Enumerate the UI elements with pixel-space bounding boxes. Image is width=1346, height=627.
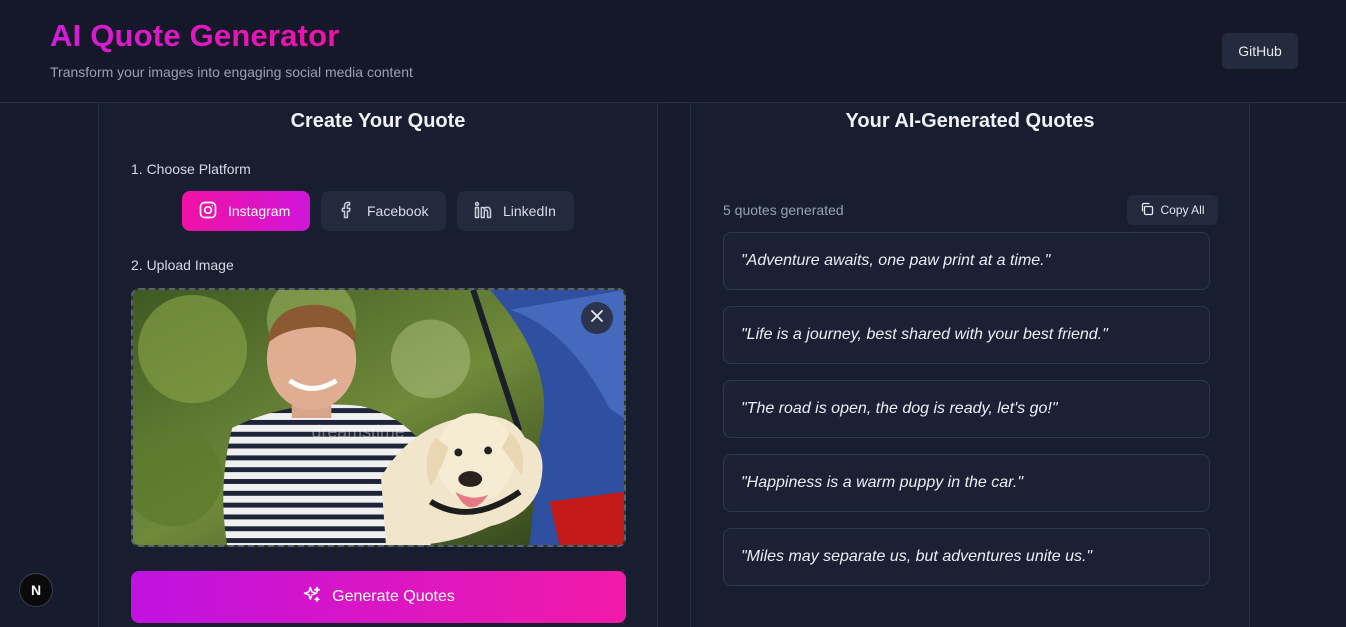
uploaded-image-preview[interactable]: dreamstime — [131, 288, 626, 547]
generated-quotes-title: Your AI-Generated Quotes — [845, 110, 1095, 132]
close-icon — [590, 309, 604, 328]
image-watermark: dreamstime — [312, 422, 405, 442]
quote-card[interactable]: "Happiness is a warm puppy in the car." — [723, 454, 1210, 512]
quote-card[interactable]: "Life is a journey, best shared with you… — [723, 306, 1210, 364]
copy-all-label: Copy All — [1160, 203, 1205, 217]
app-header: AI Quote Generator Transform your images… — [0, 0, 1346, 103]
create-quote-panel: Create Your Quote 1. Choose Platform Ins… — [98, 103, 658, 627]
platform-facebook-button[interactable]: Facebook — [321, 191, 446, 231]
platform-label: Facebook — [367, 203, 429, 219]
quotes-count: 5 quotes generated — [723, 202, 844, 218]
platform-instagram-button[interactable]: Instagram — [182, 191, 310, 231]
remove-image-button[interactable] — [581, 302, 613, 334]
nextjs-badge[interactable]: N — [19, 573, 53, 607]
platform-label: LinkedIn — [503, 203, 556, 219]
man-and-dog-photo: dreamstime — [133, 290, 624, 545]
app-subtitle: Transform your images into engaging soci… — [50, 64, 413, 80]
copy-all-button[interactable]: Copy All — [1127, 195, 1218, 225]
facebook-icon — [337, 200, 357, 223]
quote-card[interactable]: "Adventure awaits, one paw print at a ti… — [723, 232, 1210, 290]
instagram-icon — [198, 200, 218, 223]
app-title: AI Quote Generator — [50, 18, 340, 53]
quote-card[interactable]: "Miles may separate us, but adventures u… — [723, 528, 1210, 586]
generated-quotes-panel: Your AI-Generated Quotes 5 quotes genera… — [690, 103, 1250, 627]
upload-image-label: 2. Upload Image — [131, 257, 234, 273]
github-button[interactable]: GitHub — [1222, 33, 1298, 69]
platform-linkedin-button[interactable]: LinkedIn — [457, 191, 574, 231]
linkedin-icon — [473, 200, 493, 223]
create-quote-title: Create Your Quote — [290, 110, 466, 132]
sparkles-icon — [302, 585, 322, 610]
copy-icon — [1140, 202, 1154, 219]
quote-card[interactable]: "The road is open, the dog is ready, let… — [723, 380, 1210, 438]
generate-quotes-button[interactable]: Generate Quotes — [131, 571, 626, 623]
choose-platform-label: 1. Choose Platform — [131, 161, 251, 177]
platform-label: Instagram — [228, 203, 291, 219]
generate-label: Generate Quotes — [332, 588, 455, 605]
